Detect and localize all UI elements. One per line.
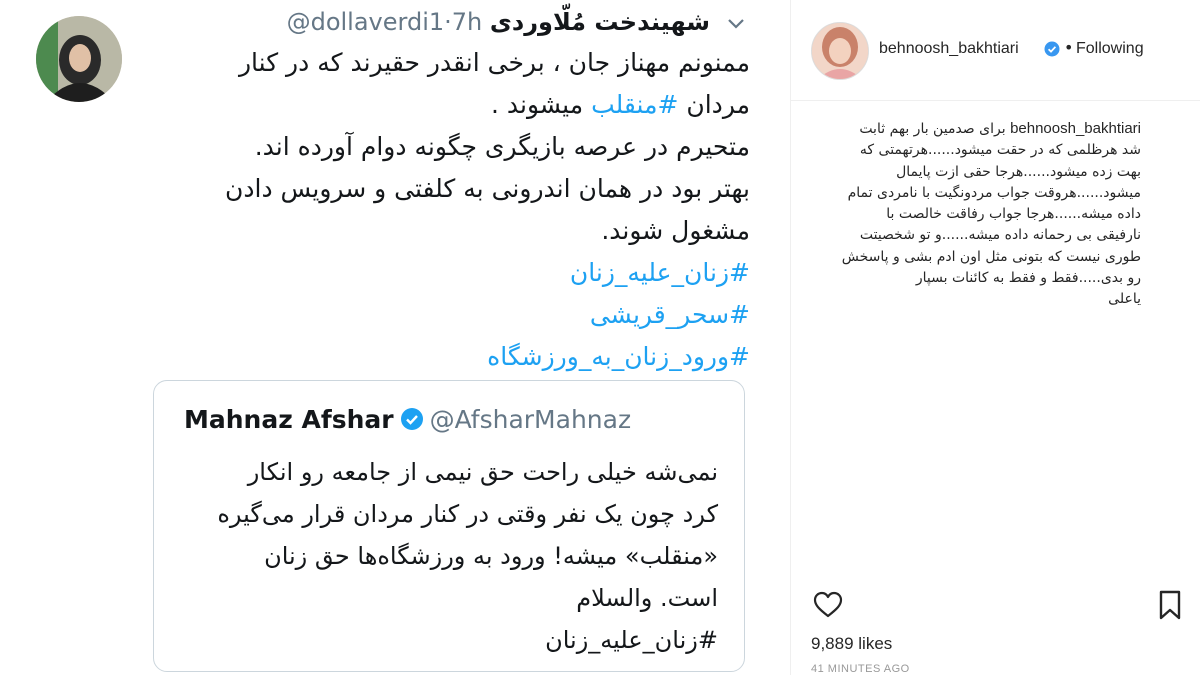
hashtag-link[interactable]: #منقلب [591,90,678,119]
quoted-tweet-header: Mahnaz Afshar @AfsharMahnaz [184,405,631,439]
caption-line: شد هرظلمی که در حقت میشود......هرتهمتی ک… [859,142,1141,159]
verified-badge-icon [400,408,423,430]
caption-username[interactable]: behnoosh_bakhtiari [1010,120,1141,137]
hashtag-link[interactable]: #ورود_زنان_به_ورزشگاه [150,336,750,378]
tweet-line: بهتر بود در همان اندرونی به کلفتی و سروی… [225,174,750,203]
caption-line: داده میشه......هرجا جواب رفاقت خالصت با [886,206,1141,223]
quoted-handle: @AfsharMahnaz [429,405,632,434]
quoted-line: است. والسلام [576,584,718,612]
tweet-display-name[interactable]: شهیندخت مُلّاوردی [490,8,710,36]
tweet-screenshot: شهیندخت مُلّاوردی @dollaverdi1·7h ممنونم… [0,0,790,675]
tweet-line-prefix: مردان [686,90,750,119]
ig-caption: behnoosh_bakhtiari برای صدمین بار بهم ثا… [801,118,1141,311]
avatar[interactable] [811,22,869,80]
instagram-post: behnoosh_bakhtiari • Following behnoosh_… [790,0,1200,675]
caption-text: برای صدمین بار بهم ثابت [859,121,1006,137]
verified-badge-icon [1044,41,1060,57]
tweet-handle[interactable]: @dollaverdi1·7h [287,8,483,36]
caption-line: رو بدی.....فقط و فقط به کائنات بسپار [915,270,1141,287]
separator-dot: • [1064,38,1074,57]
post-timestamp: 41 MINUTES AGO [811,663,910,675]
bookmark-icon[interactable] [1157,590,1183,620]
quoted-display-name: Mahnaz Afshar [184,405,394,434]
likes-count[interactable]: 9,889 likes [811,634,892,654]
quoted-line: کرد چون یک نفر وقتی در کنار مردان قرار م… [217,500,718,528]
quoted-tweet-text: نمی‌شه خیلی راحت حق نیمی از جامعه رو انک… [180,451,718,661]
caption-line: میشود......هروقت جواب مردونگیت با نامردی… [847,184,1141,201]
following-button[interactable]: Following [1076,40,1144,58]
tweet-header: شهیندخت مُلّاوردی @dollaverdi1·7h [150,8,710,38]
chevron-down-icon[interactable] [725,12,747,34]
ig-post-header: behnoosh_bakhtiari • Following [791,0,1200,101]
caption-line: طوری نیست که بتونی مثل اون ادم بشی و پاس… [841,248,1141,265]
tweet-handle-text: @dollaverdi1 [286,8,445,36]
tweet-line-suffix: میشوند . [490,90,584,119]
caption-first-line: behnoosh_bakhtiari برای صدمین بار بهم ثا… [801,118,1141,140]
quoted-line: نمی‌شه خیلی راحت حق نیمی از جامعه رو انک… [247,458,718,486]
tweet-time[interactable]: 7h [452,8,482,36]
hashtag-link[interactable]: #سحر_قریشی [150,294,750,336]
tweet-line: ممنونم مهناز جان ، برخی انقدر حقیرند که … [238,48,750,77]
ig-username[interactable]: behnoosh_bakhtiari [879,40,1019,58]
tweet-line: مردان #منقلب میشوند . [150,84,750,126]
caption-line: بهت زده میشود......هرجا حقی ازت پایمال [896,163,1141,180]
quoted-tweet-card[interactable]: Mahnaz Afshar @AfsharMahnaz نمی‌شه خیلی … [153,380,745,672]
caption-line: نارفیقی بی رحمانه داده میشه......و تو شخ… [859,227,1141,244]
caption-line: یاعلی [1108,291,1141,308]
tweet-avatar[interactable] [36,16,122,102]
tweet-text: ممنونم مهناز جان ، برخی انقدر حقیرند که … [150,42,750,378]
heart-icon[interactable] [813,590,843,620]
tweet-line: مشغول شوند. [601,216,750,245]
quoted-hashtag: #زنان_علیه_زنان [545,626,718,654]
tweet-separator: · [444,8,452,36]
hashtag-link[interactable]: #زنان_علیه_زنان [150,252,750,294]
tweet-line: متحیرم در عرصه بازیگری چگونه دوام آورده … [254,132,750,161]
ig-action-bar [791,585,1200,625]
quoted-line: «منقلب» میشه! ورود به ورزشگاه‌ها حق زنان [264,542,718,570]
